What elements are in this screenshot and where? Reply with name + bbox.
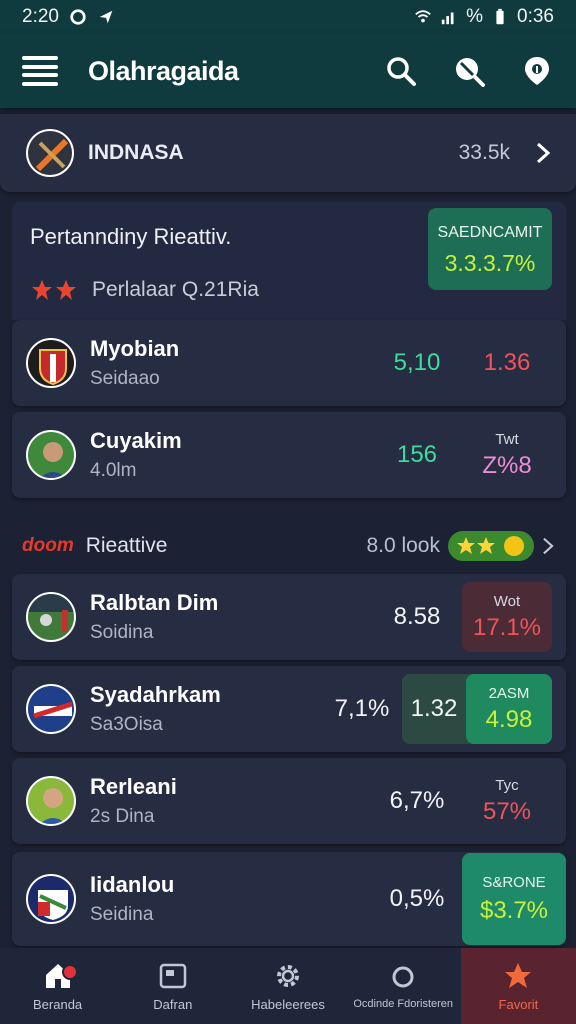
stat-value: 156 xyxy=(396,441,438,468)
group-panel: Pertanndiny Rieattiv. Perlalaar Q.21Ria … xyxy=(12,202,566,320)
stat-box[interactable]: S&RONE $3.7% xyxy=(462,853,566,945)
status-clock: 0:36 xyxy=(517,6,554,27)
location-pin-icon[interactable] xyxy=(520,54,554,88)
team-name: Iidanlou xyxy=(90,872,175,897)
list-item[interactable]: Rerleani 2s Dina 6,7% Tyc 57% xyxy=(12,758,566,844)
group-subtitle-row: Perlalaar Q.21Ria xyxy=(30,278,259,302)
player-avatar xyxy=(26,430,76,480)
nav-home[interactable]: Beranda xyxy=(0,948,115,1024)
team-name: Myobian xyxy=(90,336,180,361)
team-logo xyxy=(26,684,76,734)
status-bar: 2:20 % 0:36 xyxy=(0,0,576,34)
team-logo xyxy=(26,874,76,924)
badge-value: 3.3.3.7% xyxy=(444,250,536,276)
chevron-right-icon[interactable] xyxy=(536,142,550,164)
player-name: Cuyakim xyxy=(90,428,182,453)
section-brand: doom xyxy=(22,535,74,556)
app-bar: Olahragaida xyxy=(0,34,576,108)
section-title: Rieattive xyxy=(85,534,168,557)
match-image xyxy=(26,592,76,642)
nav-settings[interactable]: Habeleerees xyxy=(230,948,345,1024)
featured-count: 33.5k xyxy=(458,141,510,164)
player-sub: 4.0lm xyxy=(90,460,137,481)
status-time: 2:20 xyxy=(22,6,59,27)
stat-value: 5,10 xyxy=(393,349,441,376)
circle-icon xyxy=(392,966,414,988)
team-logo xyxy=(26,338,76,388)
stat-value: 6,7% xyxy=(389,787,445,814)
nav-stats[interactable]: Ocdinde Fdoristeren xyxy=(346,948,461,1024)
stat-label: S&RONE xyxy=(482,873,546,891)
signal-icon xyxy=(441,12,454,25)
sync-icon xyxy=(70,9,86,25)
group-title: Pertanndiny Rieattiv. xyxy=(30,224,232,249)
team-name: Ralbtan Dim xyxy=(90,590,219,615)
gear-icon xyxy=(277,964,299,987)
star-icon xyxy=(505,962,532,988)
search-icon[interactable] xyxy=(384,54,418,88)
stat-value: 8.58 xyxy=(393,603,441,630)
section-header[interactable]: doom Rieattive 8.0 look xyxy=(22,526,554,566)
bottom-nav: Beranda Dafran Habeleerees Ocdinde Fdori… xyxy=(0,948,576,1024)
stat-value: 7,1% xyxy=(334,695,390,722)
team-logo xyxy=(26,129,74,177)
app-title: Olahragaida xyxy=(88,55,239,86)
list-item[interactable]: Ralbtan Dim Soidina 8.58 Wot 17.1% xyxy=(12,574,566,660)
stat-value: 0,5% xyxy=(389,885,445,912)
nav-favorite[interactable]: Favorit xyxy=(460,948,576,1024)
stat-label: Tyc xyxy=(495,776,519,794)
group-subtitle: Perlalaar Q.21Ria xyxy=(92,278,259,301)
menu-button[interactable] xyxy=(22,56,58,86)
stat-box[interactable]: Wot 17.1% xyxy=(462,582,552,652)
stat-value: 17.1% xyxy=(472,613,542,641)
nav-list[interactable]: Dafran xyxy=(115,948,230,1024)
player-sub: 2s Dina xyxy=(90,806,155,827)
stat-label: Twt xyxy=(495,430,519,448)
rating-stars-icon xyxy=(457,536,524,556)
player-avatar xyxy=(26,776,76,826)
team-sub: Seidina xyxy=(90,904,154,925)
nav-label: Favorit xyxy=(498,996,539,1012)
team-sub: Soidina xyxy=(90,622,154,643)
stat-value: 4.98 xyxy=(485,705,533,733)
badge-label: SAEDNCAMIT xyxy=(437,224,543,241)
stars-icon xyxy=(32,280,76,300)
stat-value: Z%8 xyxy=(482,451,532,479)
team-sub: Sa3Oisa xyxy=(90,714,163,735)
stat-label: 2ASM xyxy=(488,684,530,702)
nav-label: Beranda xyxy=(33,996,83,1012)
list-icon xyxy=(159,963,187,988)
stat-label: Wot xyxy=(493,592,521,610)
rating-pill xyxy=(448,531,534,561)
list-item[interactable]: Cuyakim 4.0lm 156 Twt Z%8 xyxy=(12,412,566,498)
stat-value: 57% xyxy=(482,797,532,825)
stat-box[interactable]: 1.32 2ASM 4.98 xyxy=(402,674,552,744)
player-name: Rerleani xyxy=(90,774,177,799)
notification-dot xyxy=(62,964,78,980)
list-item[interactable]: Myobian Seidaao 5,10 1.36 xyxy=(12,320,566,406)
location-icon xyxy=(99,10,113,24)
team-sub: Seidaao xyxy=(90,368,160,389)
stat-value: $3.7% xyxy=(479,896,549,924)
wifi-icon xyxy=(415,10,431,23)
list-item[interactable]: Iidanlou Seidina 0,5% S&RONE $3.7% xyxy=(12,852,566,946)
nav-label: Habeleerees xyxy=(251,996,325,1012)
highlight-badge[interactable]: SAEDNCAMIT 3.3.3.7% xyxy=(428,208,552,290)
team-name: Syadahrkam xyxy=(90,682,221,707)
section-count: 8.0 look xyxy=(366,534,440,557)
chevron-right-icon[interactable] xyxy=(542,537,554,555)
stat-value: 1.36 xyxy=(483,349,531,376)
battery-icon xyxy=(496,8,504,25)
list-item[interactable]: Syadahrkam Sa3Oisa 7,1% 1.32 2ASM 4.98 xyxy=(12,666,566,752)
battery-percent: % xyxy=(466,6,484,27)
explore-icon[interactable] xyxy=(452,54,486,88)
stat-value: 1.32 xyxy=(410,695,458,722)
featured-team-card[interactable]: INDNASA 33.5k xyxy=(0,114,576,192)
nav-label: Ocdinde Fdoristeren xyxy=(353,998,454,1010)
nav-label: Dafran xyxy=(153,996,193,1012)
featured-team-name: INDNASA xyxy=(88,141,184,164)
